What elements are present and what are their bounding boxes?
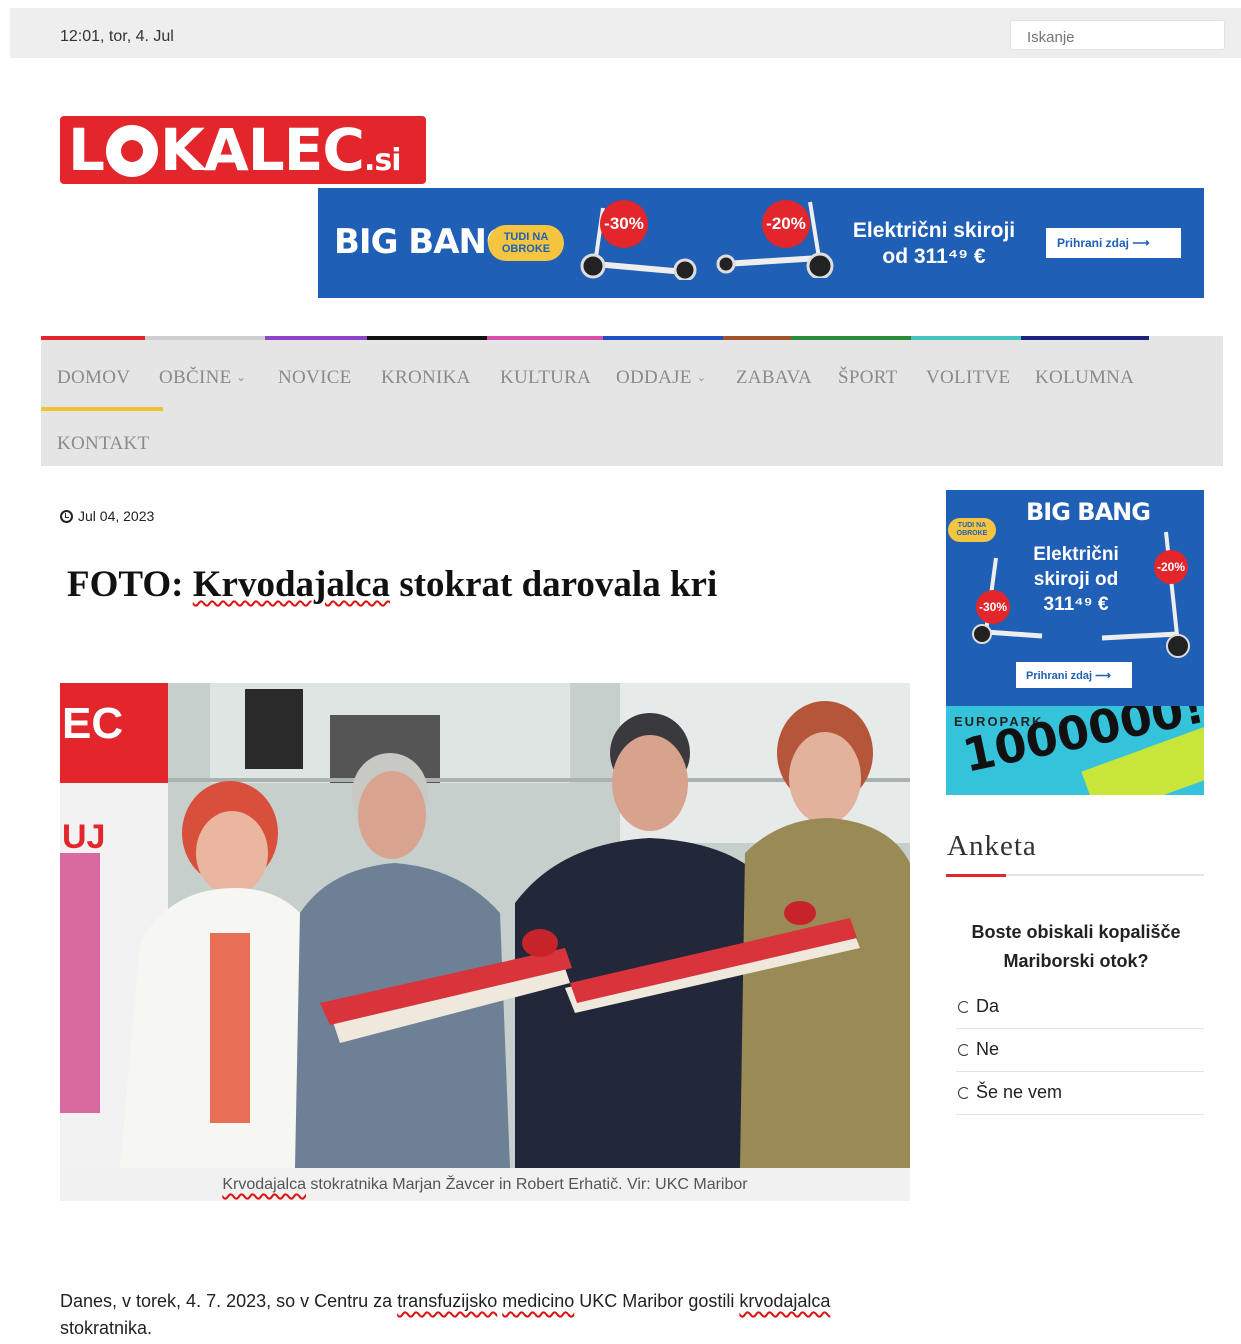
spellcheck-word: transfuzijsko xyxy=(397,1291,498,1311)
nav-stripe xyxy=(265,336,367,340)
nav-item-kontakt[interactable]: KONTAKT xyxy=(57,433,149,455)
radio-icon[interactable] xyxy=(958,1044,970,1056)
page: 12:01, tor, 4. Jul LKALEC.si BIG BANG TU… xyxy=(10,8,1241,1344)
article-body-paragraph: Danes, v torek, 4. 7. 2023, so v Centru … xyxy=(60,1291,831,1338)
poll-heading-divider xyxy=(946,874,1204,877)
poll-option-se-ne-vem[interactable]: Še ne vem xyxy=(956,1072,1204,1115)
nav-item-oddaje[interactable]: ODDAJE ⌄ xyxy=(616,367,706,389)
nav-active-indicator xyxy=(41,407,163,411)
nav-item-obcine[interactable]: OBČINE ⌄ xyxy=(159,367,246,389)
nav-stripe xyxy=(603,336,723,340)
spellcheck-word: Krvodajalca xyxy=(222,1176,306,1193)
sidebar-ad-brand: BIG BANG xyxy=(1026,498,1151,526)
banner-headline-line-1: Električni skiroji xyxy=(852,219,1016,242)
banner-headline: Električni skiroji od 311⁴⁹ € xyxy=(844,218,1024,270)
nav-item-sport[interactable]: ŠPORT xyxy=(838,367,898,389)
photo-illustration: EC UJ xyxy=(60,683,910,1168)
nav-item-zabava[interactable]: ZABAVA xyxy=(736,367,812,389)
search-input[interactable] xyxy=(1010,20,1225,50)
nav-item-domov[interactable]: DOMOV xyxy=(57,367,130,389)
logo-o-icon xyxy=(105,124,158,177)
clock-icon xyxy=(60,510,73,523)
top-bar: 12:01, tor, 4. Jul xyxy=(10,8,1241,58)
header-ad-banner[interactable]: BIG BANG TUDI NA OBROKE -30% -20% Elektr… xyxy=(318,188,1204,298)
logo-wordmark: L KALEC.si xyxy=(68,116,401,184)
nav-stripe xyxy=(723,336,791,340)
site-logo[interactable]: L KALEC.si xyxy=(60,116,426,184)
spellcheck-word: krvodajalca xyxy=(739,1291,831,1311)
nav-item-volitve[interactable]: VOLITVE xyxy=(926,367,1010,389)
scooter-icon xyxy=(1101,531,1190,658)
chevron-down-icon: ⌄ xyxy=(696,372,707,384)
nav-stripe xyxy=(1021,336,1149,340)
article-title: FOTO: Krvodajalca stokrat darovala kri xyxy=(67,564,718,605)
article-date: Jul 04, 2023 xyxy=(60,508,154,524)
nav-item-kolumna[interactable]: KOLUMNA xyxy=(1035,367,1134,389)
article-photo[interactable]: EC UJ xyxy=(60,683,910,1168)
banner-discount-1: -30% xyxy=(600,200,648,248)
nav-stripe xyxy=(41,336,145,340)
nav-color-stripes xyxy=(41,336,1149,340)
banner-brand: BIG BANG xyxy=(334,222,514,262)
radio-icon[interactable] xyxy=(958,1001,970,1013)
spellcheck-word: medicino xyxy=(502,1291,575,1311)
sidebar-ad[interactable]: BIG BANG TUDI NA OBROKE Električni skiro… xyxy=(946,490,1204,795)
nav-item-novice[interactable]: NOVICE xyxy=(278,367,352,389)
photo-wall-text-2: UJ xyxy=(62,818,105,856)
nav-stripe xyxy=(791,336,911,340)
article-date-text: Jul 04, 2023 xyxy=(78,508,155,524)
photo-wall-text-1: EC xyxy=(62,699,123,748)
sidebar-ad-discount-2: -20% xyxy=(1154,550,1188,584)
photo-caption: Krvodajalca stokratnika Marjan Žavcer in… xyxy=(60,1168,910,1201)
main-nav: DOMOV OBČINE ⌄ NOVICE KRONIKA KULTURA ODD… xyxy=(41,336,1223,466)
sidebar-ad-cta-button[interactable]: Prihrani zdaj ⟶ xyxy=(1016,662,1132,688)
nav-item-kronika[interactable]: KRONIKA xyxy=(381,367,471,389)
radio-icon[interactable] xyxy=(958,1087,970,1099)
nav-stripe xyxy=(911,336,1021,340)
sidebar-ad-discount-1: -30% xyxy=(976,590,1010,624)
nav-stripe xyxy=(487,336,603,340)
europark-ad[interactable]: EUROPARK 1000000! xyxy=(946,706,1204,795)
banner-discount-2: -20% xyxy=(762,200,810,248)
chevron-down-icon: ⌄ xyxy=(236,372,247,384)
nav-stripe xyxy=(145,336,265,340)
nav-stripe xyxy=(367,336,487,340)
banner-headline-line-2: od 311⁴⁹ € xyxy=(882,245,986,268)
poll-heading: Anketa xyxy=(947,830,1037,862)
banner-cta-button[interactable]: Prihrani zdaj ⟶ xyxy=(1046,228,1181,258)
current-datetime: 12:01, tor, 4. Jul xyxy=(60,28,174,45)
banner-pill: TUDI NA OBROKE xyxy=(488,225,564,261)
sidebar-ad-pill: TUDI NA OBROKE xyxy=(948,518,996,542)
poll-option-ne[interactable]: Ne xyxy=(956,1029,1204,1072)
poll-option-da[interactable]: Da xyxy=(956,986,1204,1029)
nav-item-kultura[interactable]: KULTURA xyxy=(500,367,591,389)
spellcheck-word: Krvodajalca xyxy=(192,564,391,605)
poll-question: Boste obiskali kopališče Mariborski otok… xyxy=(971,922,1181,971)
